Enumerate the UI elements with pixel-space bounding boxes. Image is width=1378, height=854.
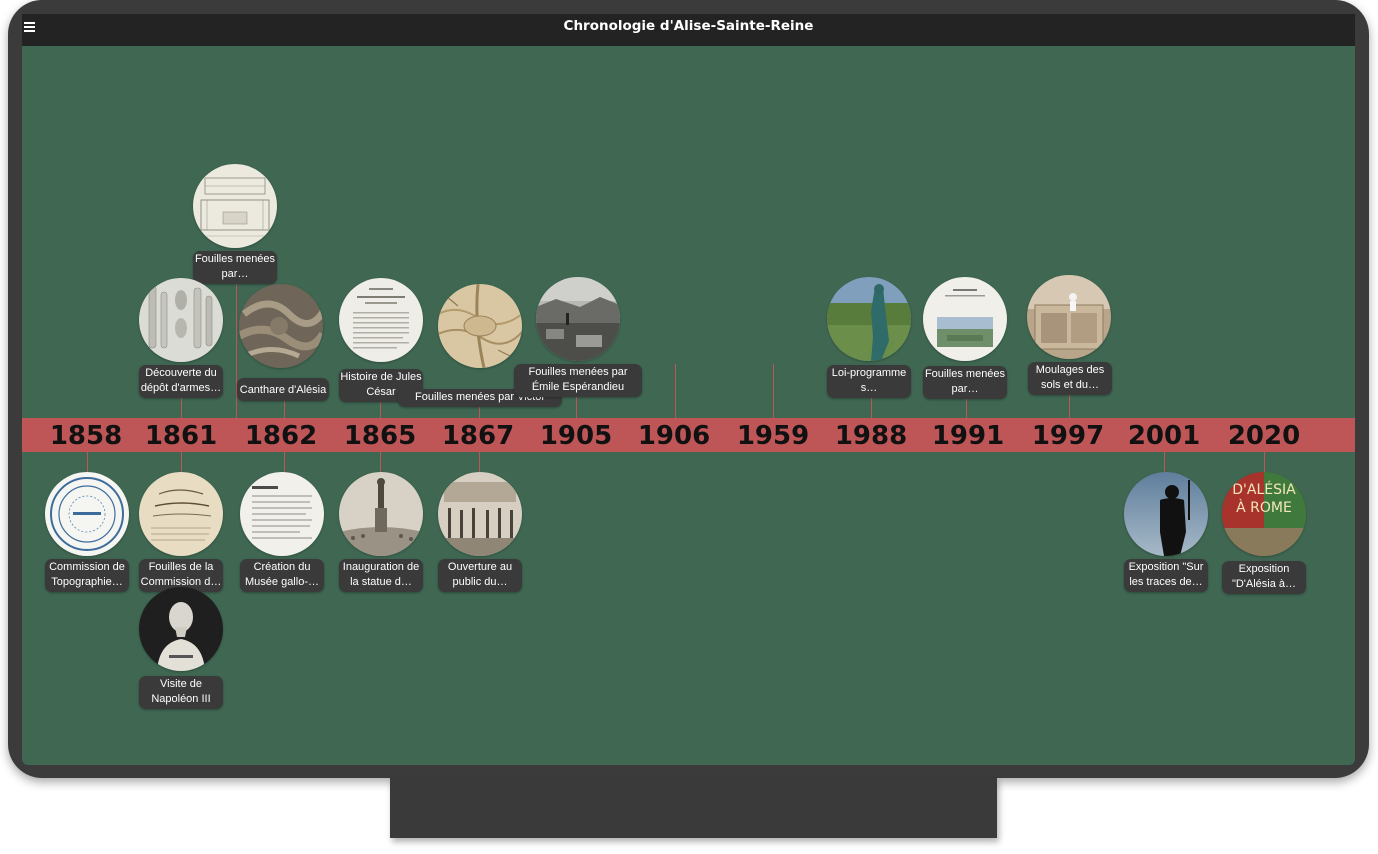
event-image-canthare[interactable]: [239, 284, 323, 368]
year-label: 1861: [144, 421, 218, 451]
year-label: 1991: [931, 421, 1005, 451]
year-label: 2020: [1227, 421, 1301, 451]
event-label-ouverture-public[interactable]: Ouverture au public du…: [438, 559, 522, 592]
year-label: 1858: [49, 421, 123, 451]
stem-1867-up: [479, 406, 480, 418]
event-image-fouilles-esperandieu[interactable]: [536, 277, 620, 361]
poster-title-line-1: D'ALÉSIA: [1232, 481, 1296, 498]
stem-1991: [966, 396, 967, 418]
event-image-ouverture-public[interactable]: [438, 472, 522, 556]
stem-1867-down: [479, 452, 480, 474]
top-bar: Chronologie d'Alise-Sainte-Reine: [22, 14, 1355, 46]
stem-1988: [871, 396, 872, 418]
event-image-fouilles-plan[interactable]: [193, 164, 277, 248]
event-label-inauguration-statue[interactable]: Inauguration de la statue d…: [339, 559, 423, 592]
year-label: 1988: [834, 421, 908, 451]
event-image-inauguration-statue[interactable]: [339, 472, 423, 556]
event-image-histoire-jules-cesar[interactable]: [339, 278, 423, 362]
event-label-commission-topographie[interactable]: Commission de Topographie…: [45, 559, 129, 592]
stem-1905: [576, 394, 577, 418]
event-label-fouilles-menees-par[interactable]: Fouilles menées par…: [193, 251, 277, 284]
event-label-visite-napoleon[interactable]: Visite de Napoléon III: [139, 676, 223, 709]
stem-1906: [675, 364, 676, 418]
stem-1865-down: [380, 452, 381, 474]
event-image-tampon-topographie[interactable]: [45, 472, 129, 556]
event-label-loi-programme[interactable]: Loi-programme s…: [827, 365, 911, 398]
year-label: 1862: [244, 421, 318, 451]
stem-1861-down: [181, 452, 182, 474]
event-image-plan-general[interactable]: [139, 472, 223, 556]
stem-1862-down: [284, 452, 285, 474]
event-image-fouilles-1991[interactable]: [923, 277, 1007, 361]
event-label-creation-musee[interactable]: Création du Musée gallo-…: [240, 559, 324, 592]
year-label: 1905: [539, 421, 613, 451]
stem-1861b-up: [236, 284, 237, 418]
event-label-exposition-alesia-rome[interactable]: Exposition "D'Alésia à…: [1222, 561, 1306, 594]
poster-title-line-2: À ROME: [1236, 499, 1292, 516]
event-image-exposition-sur-traces[interactable]: [1124, 472, 1208, 556]
event-image-exposition-alesia-rome[interactable]: D'ALÉSIA À ROME: [1222, 472, 1306, 556]
stem-1959: [773, 364, 774, 418]
timeline-screen: Chronologie d'Alise-Sainte-Reine 1858 18…: [22, 14, 1355, 765]
event-label-exposition-sur-traces[interactable]: Exposition "Sur les traces de…: [1124, 559, 1208, 592]
year-label: 2001: [1127, 421, 1201, 451]
event-image-loi-programme[interactable]: [827, 277, 911, 361]
event-label-canthare[interactable]: Canthare d'Alésia: [237, 378, 329, 401]
year-label: 1865: [343, 421, 417, 451]
event-label-fouilles-menees-par-1991[interactable]: Fouilles menées par…: [923, 366, 1007, 399]
stem-2020: [1264, 452, 1265, 474]
stem-1861-up: [181, 397, 182, 418]
event-image-carte-pernet[interactable]: [438, 284, 522, 368]
event-image-moulages[interactable]: [1027, 275, 1111, 359]
stem-2001: [1164, 452, 1165, 474]
year-label: 1906: [637, 421, 711, 451]
event-image-creation-musee[interactable]: [240, 472, 324, 556]
stem-1997: [1069, 394, 1070, 418]
event-label-decouverte-depot[interactable]: Découverte du dépôt d'armes…: [139, 365, 223, 398]
event-label-moulages[interactable]: Moulages des sols et du…: [1028, 362, 1112, 395]
year-label: 1959: [736, 421, 810, 451]
monitor-stand: [390, 777, 997, 838]
event-label-fouilles-esperandieu[interactable]: Fouilles menées par Émile Espérandieu: [514, 364, 642, 397]
stem-1858: [87, 452, 88, 474]
stem-1865-up: [380, 402, 381, 418]
event-image-depot-armes[interactable]: [139, 278, 223, 362]
year-label: 1867: [441, 421, 515, 451]
page-title: Chronologie d'Alise-Sainte-Reine: [563, 18, 814, 34]
year-label: 1997: [1031, 421, 1105, 451]
event-image-buste-napoleon[interactable]: [139, 587, 223, 671]
